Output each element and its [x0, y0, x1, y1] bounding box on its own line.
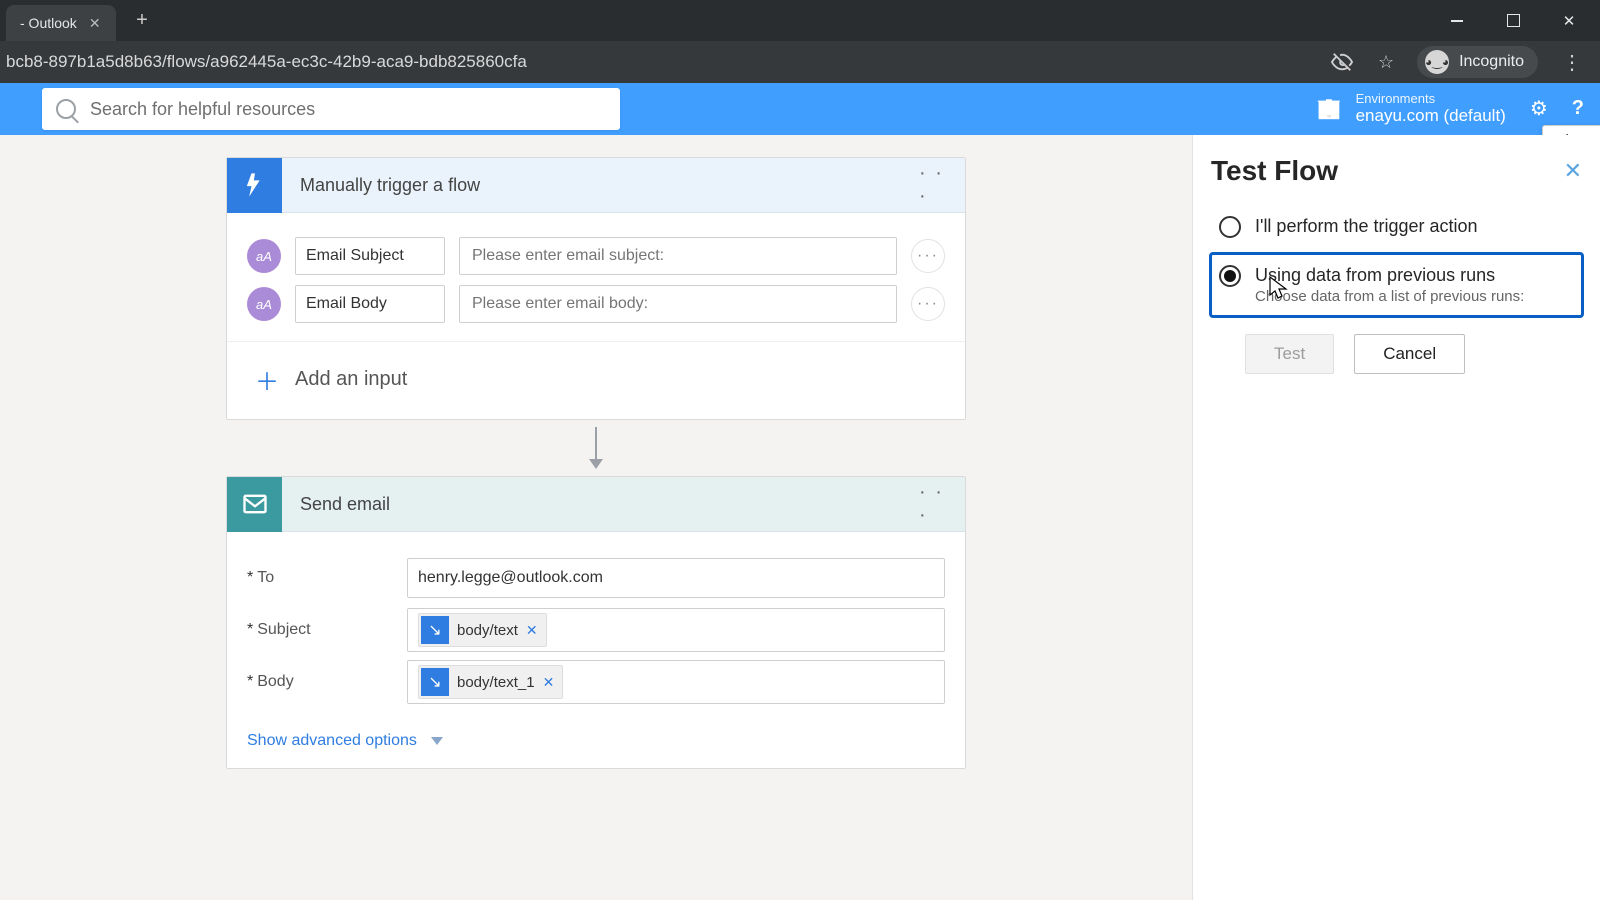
browser-menu-icon[interactable]: ⋮	[1556, 50, 1588, 75]
test-flow-panel: Test Flow ✕ I'll perform the trigger act…	[1192, 135, 1600, 900]
browser-address-bar[interactable]: bcb8-897b1a5d8b63/flows/a962445a-ec3c-42…	[0, 41, 1600, 83]
token-remove-icon[interactable]: ✕	[526, 622, 538, 639]
radio-previous-runs[interactable]: Using data from previous runs Choose dat…	[1211, 254, 1582, 315]
radio-manual-trigger[interactable]: I'll perform the trigger action	[1211, 205, 1582, 248]
radio-icon	[1219, 216, 1241, 238]
browser-tab[interactable]: - Outlook ✕	[6, 5, 116, 41]
bookmark-star-icon[interactable]: ☆	[1373, 49, 1399, 75]
param-menu-icon[interactable]: ···	[911, 287, 945, 321]
panel-title: Test Flow	[1211, 155, 1338, 187]
help-icon[interactable]	[1572, 97, 1584, 120]
radio-label: I'll perform the trigger action	[1255, 215, 1478, 238]
param-name[interactable]: Email Body	[295, 285, 445, 323]
token-remove-icon[interactable]: ✕	[543, 674, 555, 691]
trigger-title: Manually trigger a flow	[300, 175, 901, 196]
environments-label: Environments	[1356, 92, 1506, 106]
search-placeholder: Search for helpful resources	[90, 99, 315, 120]
window-maximize-icon[interactable]	[1490, 1, 1536, 41]
param-row: aA Email Body ···	[247, 285, 945, 323]
search-input[interactable]: Search for helpful resources	[42, 88, 620, 130]
param-name[interactable]: Email Subject	[295, 237, 445, 275]
action-menu-icon[interactable]: · · ·	[919, 487, 953, 521]
tab-title: - Outlook	[20, 15, 77, 31]
token-icon: ↘	[421, 668, 449, 696]
token-text: body/text_1	[457, 674, 535, 691]
param-row: aA Email Subject ···	[247, 237, 945, 275]
param-value-input[interactable]	[459, 237, 897, 275]
field-label-body: *Body	[247, 673, 407, 691]
advanced-label: Show advanced options	[247, 732, 417, 750]
mail-icon	[227, 477, 282, 532]
param-menu-icon[interactable]: ···	[911, 239, 945, 273]
param-value-input[interactable]	[459, 285, 897, 323]
tab-close-icon[interactable]: ✕	[89, 15, 101, 32]
add-input-button[interactable]: ＋ Add an input	[227, 341, 965, 419]
body-input[interactable]: ↘ body/text_1 ✕	[407, 660, 945, 704]
dynamic-token[interactable]: ↘ body/text_1 ✕	[418, 665, 563, 699]
subject-input[interactable]: ↘ body/text ✕	[407, 608, 945, 652]
window-minimize-icon[interactable]	[1434, 1, 1480, 41]
environments-icon	[1317, 96, 1342, 121]
app-header: Search for helpful resources Environment…	[0, 83, 1600, 135]
cancel-button[interactable]: Cancel	[1354, 334, 1465, 374]
tracking-off-icon[interactable]	[1329, 49, 1355, 75]
trigger-card-header[interactable]: Manually trigger a flow · · ·	[227, 158, 965, 213]
settings-gear-icon[interactable]	[1530, 96, 1548, 121]
action-title: Send email	[300, 494, 901, 515]
to-value: henry.legge@outlook.com	[418, 569, 603, 587]
token-text: body/text	[457, 622, 518, 639]
chevron-down-icon	[431, 737, 443, 745]
incognito-icon: ◕‿◕	[1425, 50, 1449, 74]
new-tab-button[interactable]: +	[128, 9, 156, 32]
flow-connector	[0, 420, 1192, 476]
text-param-icon: aA	[247, 239, 281, 273]
plus-icon: ＋	[255, 362, 279, 397]
to-input[interactable]: henry.legge@outlook.com	[407, 558, 945, 598]
radio-label: Using data from previous runs	[1255, 265, 1495, 285]
browser-tab-strip: - Outlook ✕ +	[0, 0, 1600, 41]
environment-picker[interactable]: Environments enayu.com (default)	[1317, 92, 1506, 126]
url-text: bcb8-897b1a5d8b63/flows/a962445a-ec3c-42…	[6, 52, 527, 72]
environment-name: enayu.com (default)	[1356, 106, 1506, 125]
test-button: Test	[1245, 334, 1334, 374]
dynamic-token[interactable]: ↘ body/text ✕	[418, 613, 547, 647]
panel-close-icon[interactable]: ✕	[1564, 158, 1582, 184]
incognito-label: Incognito	[1459, 53, 1524, 71]
radio-sublabel: Choose data from a list of previous runs…	[1255, 288, 1524, 305]
search-icon	[56, 99, 76, 119]
add-input-label: Add an input	[295, 368, 407, 391]
trigger-card: Manually trigger a flow · · · aA Email S…	[226, 157, 966, 420]
trigger-menu-icon[interactable]: · · ·	[919, 168, 953, 202]
workspace: Manually trigger a flow · · · aA Email S…	[0, 135, 1600, 900]
field-label-subject: *Subject	[247, 621, 407, 639]
window-controls	[1434, 1, 1600, 41]
action-card: Send email · · · *To henry.legge@outlook…	[226, 476, 966, 769]
show-advanced-toggle[interactable]: Show advanced options	[227, 718, 965, 768]
window-close-icon[interactable]	[1546, 1, 1592, 41]
trigger-icon	[227, 158, 282, 213]
text-param-icon: aA	[247, 287, 281, 321]
flow-canvas: Manually trigger a flow · · · aA Email S…	[0, 135, 1192, 900]
action-card-header[interactable]: Send email · · ·	[227, 477, 965, 532]
radio-icon	[1219, 265, 1241, 287]
field-label-to: *To	[247, 569, 407, 587]
token-icon: ↘	[421, 616, 449, 644]
incognito-indicator[interactable]: ◕‿◕ Incognito	[1417, 46, 1538, 78]
